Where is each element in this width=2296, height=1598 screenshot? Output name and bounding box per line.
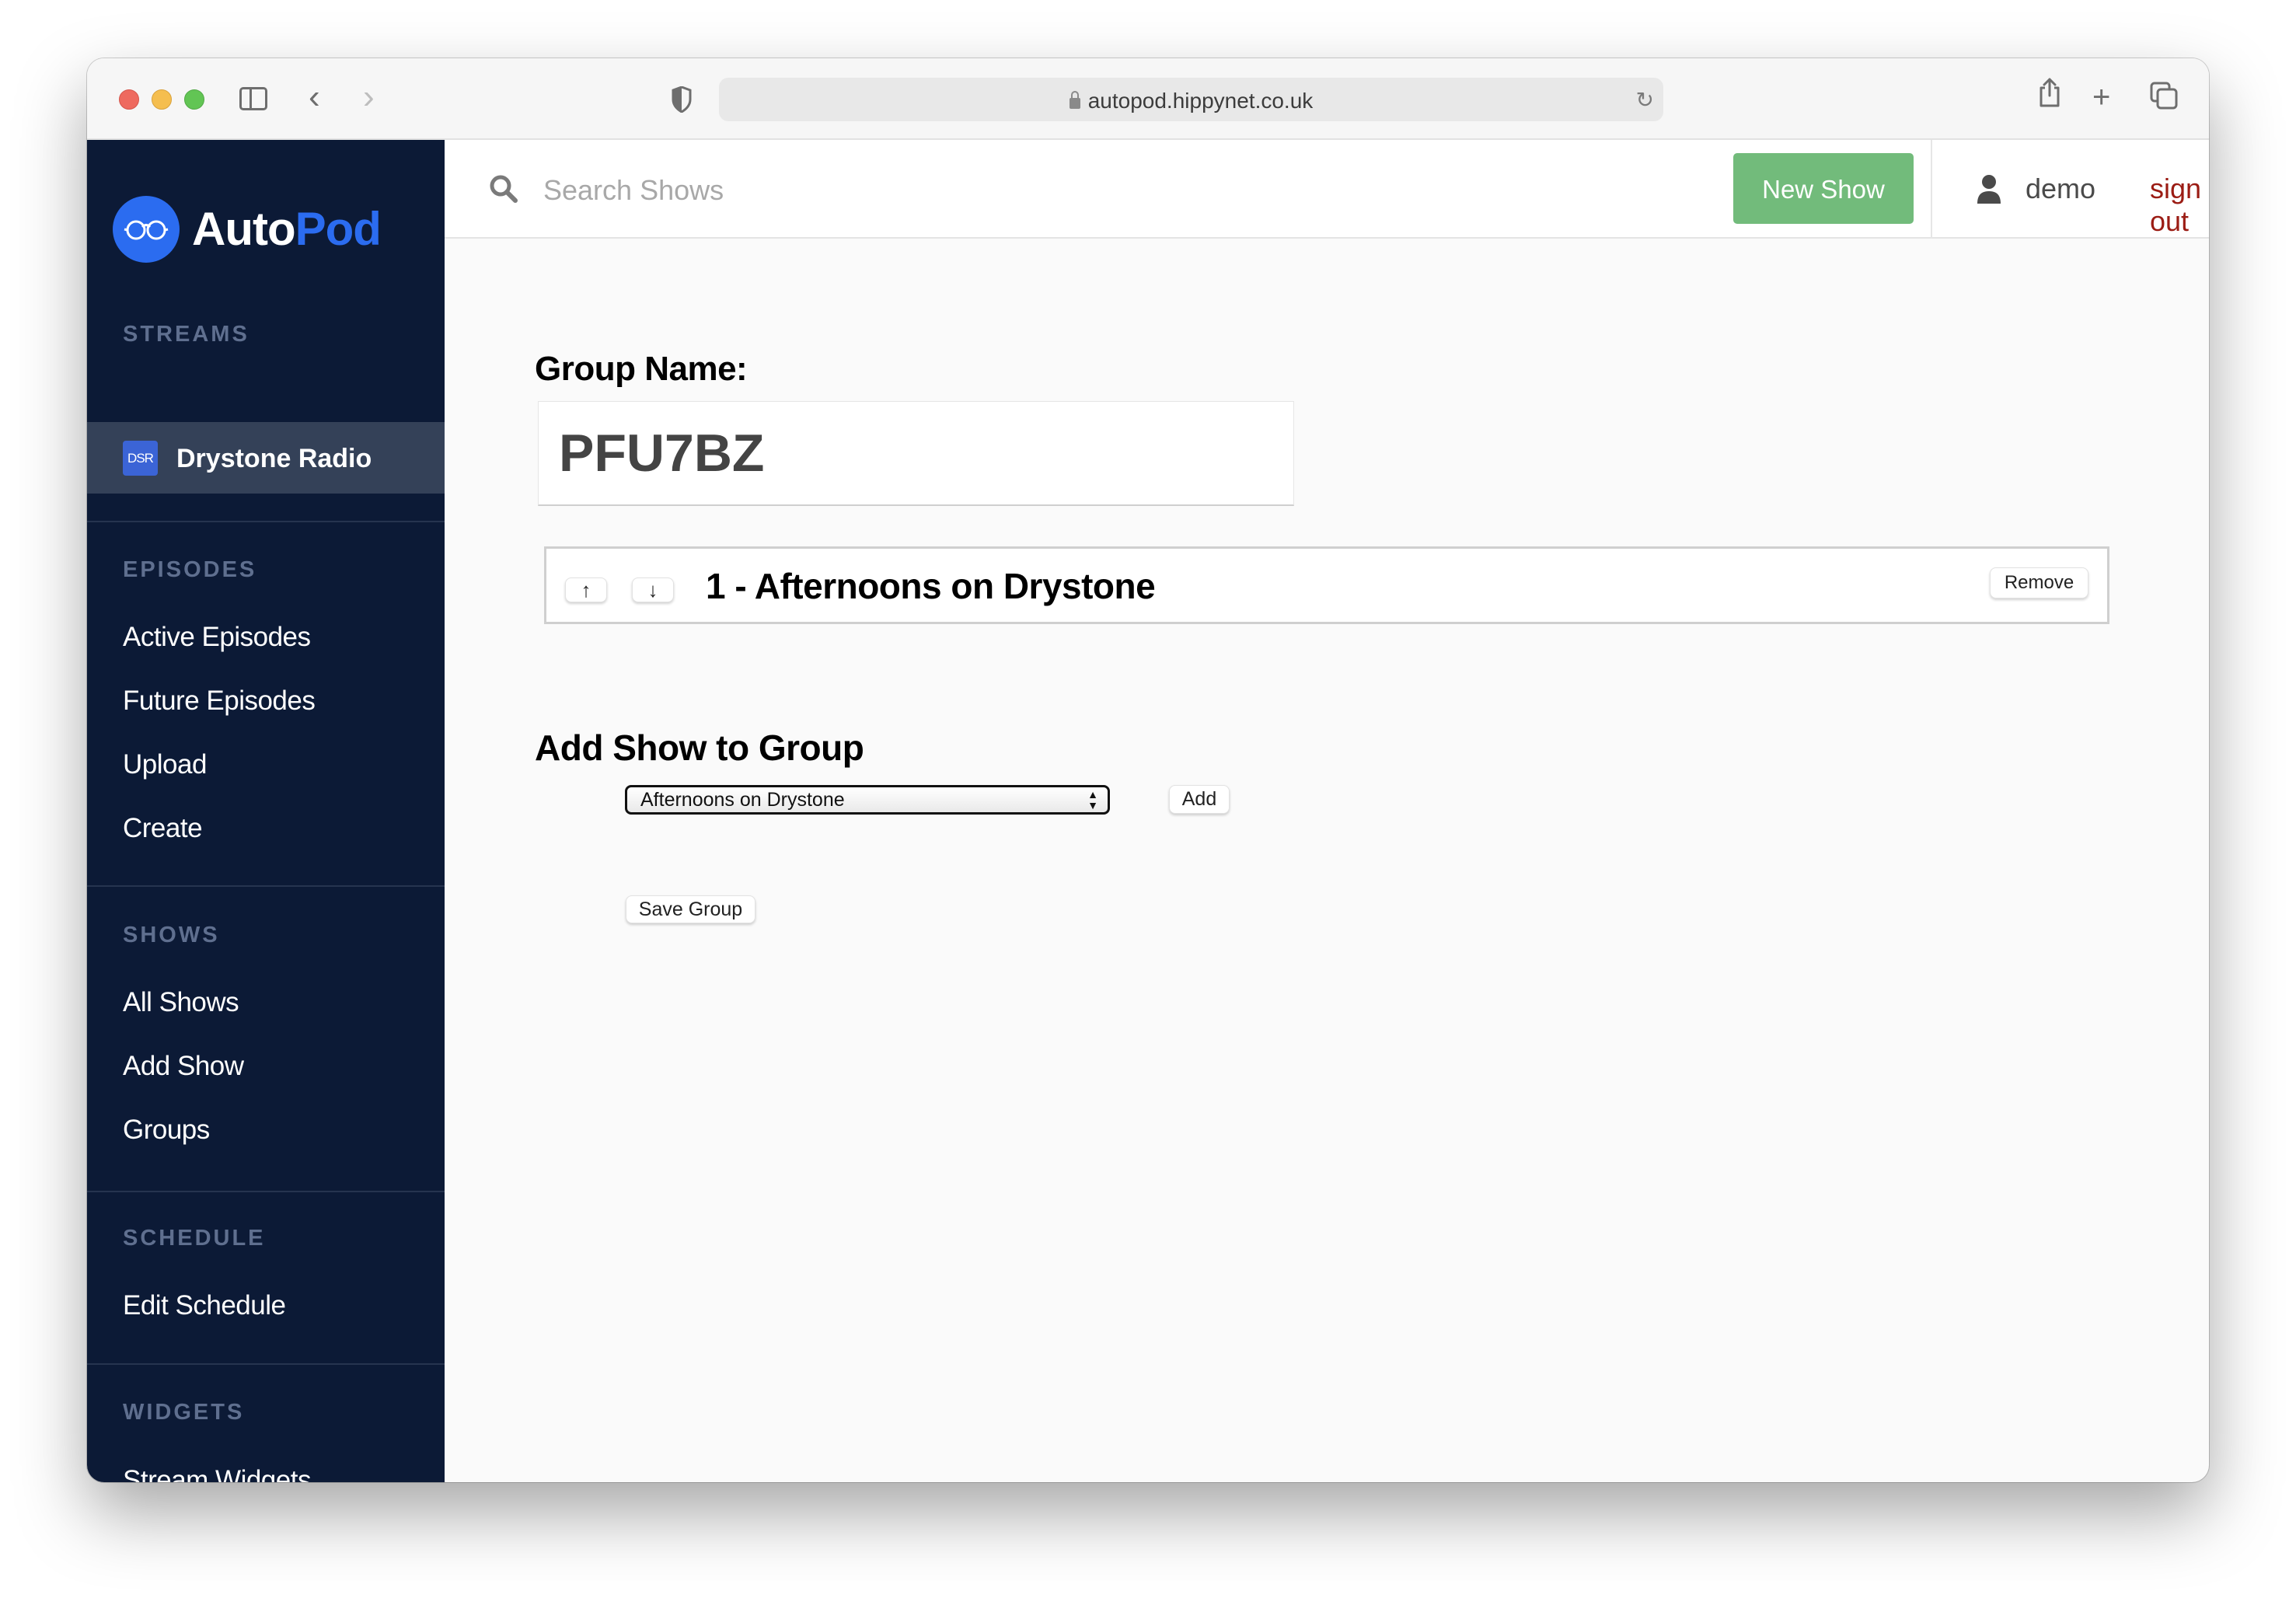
zoom-window-button[interactable] [184,89,204,110]
header-divider [1931,140,1932,239]
show-select-dropdown[interactable]: Afternoons on Drystone ▲ ▼ [625,785,1110,815]
tab-overview-icon[interactable] [2150,82,2178,110]
group-show-title: 1 - Afternoons on Drystone [706,566,1156,606]
group-name-label: Group Name: [535,350,748,388]
sidebar-item-add-show[interactable]: Add Show [123,1050,244,1083]
select-arrows-icon: ▲ ▼ [1087,788,1098,811]
remove-show-button[interactable]: Remove [1990,567,2088,598]
new-tab-icon[interactable]: + [2092,80,2110,114]
sidebar-item-edit-schedule[interactable]: Edit Schedule [123,1289,286,1322]
user-icon [1977,175,2001,204]
group-name-input[interactable] [538,401,1294,506]
sidebar-item-future-episodes[interactable]: Future Episodes [123,685,316,717]
sidebar-item-groups[interactable]: Groups [123,1114,210,1146]
back-icon[interactable]: ‹ [309,80,320,114]
sidebar-item-create[interactable]: Create [123,812,203,845]
url-text: autopod.hippynet.co.uk [1087,89,1314,113]
sidebar-heading-streams: STREAMS [123,322,249,347]
shield-icon[interactable] [672,86,692,113]
close-window-button[interactable] [119,89,139,110]
sidebar-item-stream-widgets[interactable]: Stream Widgets [123,1464,311,1482]
stream-label: Drystone Radio [176,444,372,473]
reload-icon[interactable]: ↻ [1636,87,1654,113]
add-show-button[interactable]: Add [1169,785,1230,814]
sidebar-heading-episodes: EPISODES [123,557,257,582]
sidebar-heading-widgets: WIDGETS [123,1400,245,1425]
move-up-button[interactable]: ↑ [565,577,607,602]
move-down-button[interactable]: ↓ [632,577,674,602]
sidebar-item-active-episodes[interactable]: Active Episodes [123,621,311,654]
app-name-pod: Pod [295,203,382,255]
address-bar[interactable]: autopod.hippynet.co.uk ↻ [719,78,1663,121]
group-show-row: ↑ ↓ 1 - Afternoons on Drystone Remove [544,546,2109,624]
sidebar-heading-schedule: SCHEDULE [123,1226,266,1251]
sidebar-divider [87,885,445,887]
sidebar-divider [87,1363,445,1365]
sign-out-link[interactable]: sign out [2150,173,2209,238]
app-name-auto: Auto [192,203,296,255]
sidebar: AutoPod STREAMS DSR Drystone Radio EPISO… [87,140,445,1482]
save-group-button[interactable]: Save Group [626,895,755,923]
group-editor: Group Name: ↑ ↓ 1 - Afternoons on Drysto… [445,239,2209,1482]
sidebar-toggle-icon[interactable] [239,87,267,110]
username-label[interactable]: demo [2026,173,2095,205]
stream-badge-icon: DSR [123,441,158,476]
url-display: autopod.hippynet.co.uk [719,89,1663,113]
lock-icon [1069,91,1080,109]
logo-glasses-icon [113,196,180,263]
new-show-button[interactable]: New Show [1733,153,1914,224]
sidebar-stream-drystone-radio[interactable]: DSR Drystone Radio [87,422,445,494]
forward-icon[interactable]: › [363,80,375,114]
app-name: AutoPod [192,202,382,256]
search-shows-input[interactable] [542,166,1089,215]
sidebar-divider [87,521,445,522]
top-header: New Show demo sign out [445,140,2209,239]
sidebar-item-all-shows[interactable]: All Shows [123,986,239,1019]
browser-window: ‹ › autopod.hippynet.co.uk ↻ + AutoPod S… [87,58,2209,1482]
sidebar-divider [87,1191,445,1192]
share-icon[interactable] [2038,77,2061,108]
browser-titlebar: ‹ › autopod.hippynet.co.uk ↻ + [87,58,2209,140]
sidebar-heading-shows: SHOWS [123,923,220,947]
sidebar-item-upload[interactable]: Upload [123,748,207,781]
show-select-value: Afternoons on Drystone [640,789,845,811]
minimize-window-button[interactable] [152,89,172,110]
search-icon [490,175,518,203]
add-show-heading: Add Show to Group [535,727,864,768]
